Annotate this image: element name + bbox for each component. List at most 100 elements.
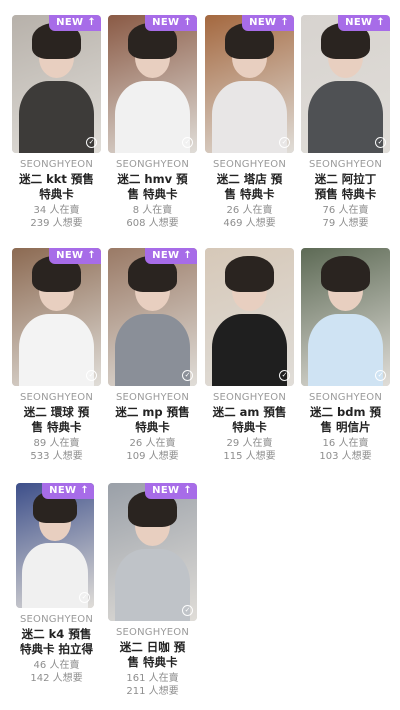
new-badge: NEW ↑: [145, 248, 197, 264]
selling-count: 8 人在賣: [132, 205, 173, 216]
photo-figure-body: [212, 314, 287, 386]
product-card[interactable]: NEW ↑ ✓ SEONGHYEON 迷二 kkt 預售 特典卡 34 人在賣 239 人想要: [12, 15, 101, 230]
product-title[interactable]: 迷二 bdm 預售 明信片: [301, 405, 390, 435]
artist-name: SEONGHYEON: [212, 392, 287, 403]
photo-figure-body: [308, 314, 383, 386]
product-title[interactable]: 迷二 環球 預售 特典卡: [12, 405, 101, 435]
product-title-line-2: 特典卡: [135, 420, 170, 434]
selling-count: 29 人在賣: [226, 438, 273, 449]
artist-name: SEONGHYEON: [115, 392, 190, 403]
product-title-line-1: 迷二 hmv 預: [117, 172, 188, 186]
new-badge-label: NEW: [152, 17, 180, 28]
new-badge-label: NEW: [249, 17, 277, 28]
product-photo[interactable]: NEW ↑ ✓: [108, 483, 197, 621]
wanting-count: 239 人想要: [30, 218, 83, 229]
selling-count: 34 人在賣: [33, 205, 80, 216]
new-badge-label: NEW: [56, 250, 84, 261]
product-title[interactable]: 迷二 hmv 預售 特典卡: [108, 172, 197, 202]
wanting-count: 115 人想要: [223, 451, 276, 462]
wanting-count: 79 人想要: [322, 218, 369, 229]
product-photo[interactable]: NEW ↑ ✓: [108, 15, 197, 153]
product-title[interactable]: 迷二 kkt 預售 特典卡: [12, 172, 101, 202]
check-circle-icon: ✓: [375, 137, 386, 148]
artist-name: SEONGHYEON: [212, 159, 287, 170]
photo-figure-body: [115, 81, 190, 153]
product-title[interactable]: 迷二 mp 預售 特典卡: [108, 405, 197, 435]
check-circle-icon: ✓: [182, 605, 193, 616]
product-card[interactable]: NEW ↑ ✓ SEONGHYEON 迷二 k4 預售 特典卡 拍立得 46 人在賣 142 …: [16, 483, 94, 685]
new-badge-label: NEW: [152, 485, 180, 496]
new-badge-label: NEW: [152, 250, 180, 261]
new-badge: NEW ↑: [49, 248, 101, 264]
check-circle-icon: ✓: [279, 370, 290, 381]
product-photo[interactable]: NEW ↑ ✓: [108, 248, 197, 386]
artist-name: SEONGHYEON: [308, 392, 383, 403]
product-title-line-1: 迷二 am 預售: [212, 405, 287, 419]
artist-name: SEONGHYEON: [115, 159, 190, 170]
photo-figure-body: [115, 549, 190, 621]
selling-count: 161 人在賣: [126, 673, 179, 684]
product-card[interactable]: ✓ SEONGHYEON 迷二 bdm 預售 明信片 16 人在賣 103 人想要: [301, 248, 390, 463]
wanting-count: 142 人想要: [30, 673, 83, 684]
arrow-up-icon: ↑: [280, 17, 289, 28]
product-title[interactable]: 迷二 阿拉丁 預售 特典卡: [301, 172, 390, 202]
product-title[interactable]: 迷二 k4 預售 特典卡 拍立得: [12, 627, 101, 657]
product-title-line-1: 迷二 bdm 預: [310, 405, 381, 419]
arrow-up-icon: ↑: [87, 17, 96, 28]
product-title-line-1: 迷二 日咖 預: [119, 640, 186, 654]
product-photo[interactable]: NEW ↑ ✓: [205, 15, 294, 153]
wanting-count: 211 人想要: [126, 686, 179, 697]
check-circle-icon: ✓: [79, 592, 90, 603]
product-title-line-2: 售 特典卡: [31, 420, 82, 434]
check-circle-icon: ✓: [86, 137, 97, 148]
arrow-up-icon: ↑: [87, 250, 96, 261]
selling-count: 76 人在賣: [322, 205, 369, 216]
product-photo[interactable]: NEW ↑ ✓: [12, 248, 101, 386]
arrow-up-icon: ↑: [80, 485, 89, 496]
check-circle-icon: ✓: [279, 137, 290, 148]
product-title-line-1: 迷二 阿拉丁: [314, 172, 377, 186]
product-title[interactable]: 迷二 日咖 預售 特典卡: [108, 640, 197, 670]
photo-figure-body: [308, 81, 383, 153]
photo-figure-hair: [224, 256, 275, 293]
product-title-line-1: 迷二 環球 預: [23, 405, 90, 419]
photo-figure-body: [22, 543, 88, 608]
product-card[interactable]: NEW ↑ ✓ SEONGHYEON 迷二 日咖 預售 特典卡 161 人在賣 211 人想…: [108, 483, 197, 698]
arrow-up-icon: ↑: [183, 250, 192, 261]
check-circle-icon: ✓: [86, 370, 97, 381]
arrow-up-icon: ↑: [183, 485, 192, 496]
artist-name: SEONGHYEON: [308, 159, 383, 170]
check-circle-icon: ✓: [182, 137, 193, 148]
new-badge: NEW ↑: [145, 15, 197, 31]
new-badge: NEW ↑: [42, 483, 94, 499]
product-title[interactable]: 迷二 塔店 預售 特典卡: [205, 172, 294, 202]
product-card[interactable]: NEW ↑ ✓ SEONGHYEON 迷二 mp 預售 特典卡 26 人在賣 109 人想要: [108, 248, 197, 463]
product-title-line-2: 售 特典卡: [127, 187, 178, 201]
product-title-line-1: 迷二 k4 預售: [21, 627, 92, 641]
wanting-count: 103 人想要: [319, 451, 372, 462]
product-card[interactable]: NEW ↑ ✓ SEONGHYEON 迷二 hmv 預售 特典卡 8 人在賣 608 人想要: [108, 15, 197, 230]
selling-count: 16 人在賣: [322, 438, 369, 449]
product-card[interactable]: NEW ↑ ✓ SEONGHYEON 迷二 環球 預售 特典卡 89 人在賣 533 人想要: [12, 248, 101, 463]
new-badge: NEW ↑: [145, 483, 197, 499]
wanting-count: 469 人想要: [223, 218, 276, 229]
product-photo[interactable]: ✓: [205, 248, 294, 386]
product-title-line-2: 特典卡: [232, 420, 267, 434]
product-title-line-2: 特典卡: [39, 187, 74, 201]
selling-count: 46 人在賣: [33, 660, 80, 671]
product-card[interactable]: NEW ↑ ✓ SEONGHYEON 迷二 阿拉丁 預售 特典卡 76 人在賣 79 人想要: [301, 15, 390, 230]
product-card[interactable]: ✓ SEONGHYEON 迷二 am 預售 特典卡 29 人在賣 115 人想要: [205, 248, 294, 463]
product-photo[interactable]: NEW ↑ ✓: [12, 15, 101, 153]
photo-figure-body: [19, 81, 94, 153]
product-title-line-2: 售 明信片: [320, 420, 371, 434]
artist-name: SEONGHYEON: [115, 627, 190, 638]
product-card[interactable]: NEW ↑ ✓ SEONGHYEON 迷二 塔店 預售 特典卡 26 人在賣 469 人想要: [205, 15, 294, 230]
product-title[interactable]: 迷二 am 預售 特典卡: [205, 405, 294, 435]
photo-figure-body: [115, 314, 190, 386]
product-photo[interactable]: NEW ↑ ✓: [16, 483, 94, 608]
product-grid: NEW ↑ ✓ SEONGHYEON 迷二 kkt 預售 特典卡 34 人在賣 239 人想要…: [0, 0, 400, 710]
product-photo[interactable]: ✓: [301, 248, 390, 386]
wanting-count: 608 人想要: [126, 218, 179, 229]
product-photo[interactable]: NEW ↑ ✓: [301, 15, 390, 153]
wanting-count: 109 人想要: [126, 451, 179, 462]
